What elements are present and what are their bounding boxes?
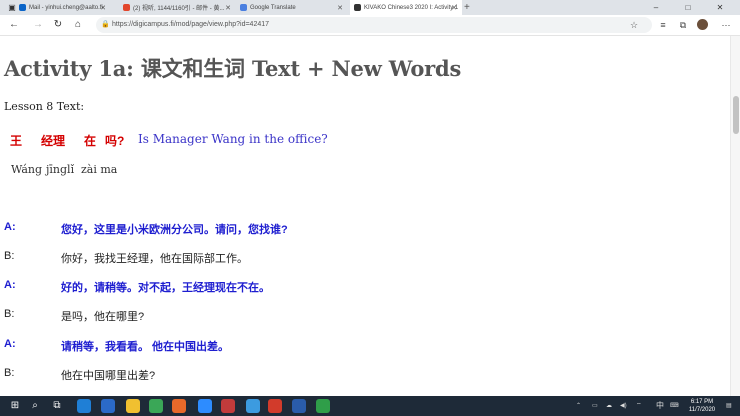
windows-taskbar: ⊞ ⌕ ⧉ ⌃ ▭ ☁ ◀) ⌔ 中 ⌨ 6:17 PM 11/7/2020 ▤ bbox=[0, 396, 740, 416]
speaker-label: A: bbox=[4, 221, 16, 233]
word-icon[interactable] bbox=[292, 399, 306, 413]
dialogue-text: 您好，这里是小米欧洲分公司。请问，您找谁? bbox=[61, 224, 288, 236]
lesson-heading: Lesson 8 Text: bbox=[4, 100, 85, 113]
close-tab-icon[interactable]: ✕ bbox=[225, 4, 231, 12]
tab-kivako-active[interactable]: KIVAKO Chinese3 2020 I: Activity 1 ✕ bbox=[350, 0, 462, 15]
network-icon[interactable]: ▭ bbox=[592, 396, 598, 416]
dialogue-text: 请稍等，我看看。 他在中国出差。 bbox=[61, 341, 230, 353]
wifi-icon[interactable]: ⌔ bbox=[636, 396, 642, 416]
tab-google-translate[interactable]: Google Translate ✕ bbox=[236, 0, 348, 15]
store-icon[interactable] bbox=[101, 399, 115, 413]
question-char-jingli: 经理 bbox=[41, 134, 66, 148]
notifications-icon[interactable]: ▤ bbox=[726, 396, 732, 416]
dialogue-line: B: 是吗，他在哪里? bbox=[0, 308, 700, 326]
question-english: Is Manager Wang in the office? bbox=[138, 132, 328, 146]
ime-icon[interactable]: ⌨ bbox=[670, 396, 679, 416]
dialogue-text: 你好，我找王经理，他在国际部工作。 bbox=[61, 253, 248, 265]
pinyin-jingli: jīnglǐ bbox=[46, 163, 75, 176]
maximize-button[interactable]: □ bbox=[676, 0, 700, 15]
input-language[interactable]: 中 bbox=[656, 396, 664, 416]
app-icon[interactable] bbox=[221, 399, 235, 413]
address-bar[interactable]: 🔒 https://digicampus.fi/mod/page/view.ph… bbox=[96, 17, 652, 33]
edge-icon[interactable] bbox=[77, 399, 91, 413]
tab-mail[interactable]: Mail - yinhui.cheng@aalto.fi ✕ bbox=[15, 0, 111, 15]
excel-icon[interactable] bbox=[316, 399, 330, 413]
cloud-icon[interactable]: ☁ bbox=[606, 396, 612, 416]
windows-start-icon[interactable]: ⊞ bbox=[8, 398, 22, 414]
dialogue-line: A: 您好，这里是小米欧洲分公司。请问，您找谁? bbox=[0, 221, 700, 239]
lock-icon: 🔒 bbox=[101, 21, 110, 28]
tab-label: KIVAKO Chinese3 2020 I: Activity 1 bbox=[364, 4, 459, 11]
volume-icon[interactable]: ◀) bbox=[620, 396, 627, 416]
forward-arrow-icon[interactable]: → bbox=[30, 17, 46, 33]
tab-email[interactable]: (2) 视听, 1144/1160引 - 邮件 - 黄... ✕ bbox=[119, 0, 236, 15]
powerpoint-icon[interactable] bbox=[268, 399, 282, 413]
tray-chevron-icon[interactable]: ⌃ bbox=[576, 396, 581, 416]
page-content: Activity 1a: 课文和生词 Text + New Words Less… bbox=[0, 36, 730, 396]
dialogue-line: B: 你好，我找王经理，他在国际部工作。 bbox=[0, 250, 700, 268]
favorite-star-icon[interactable]: ☆ bbox=[630, 17, 638, 33]
dialogue-line: A: 好的，请稍等。对不起，王经理现在不在。 bbox=[0, 279, 700, 297]
photos-icon[interactable] bbox=[246, 399, 260, 413]
speaker-label: A: bbox=[4, 279, 16, 291]
home-icon[interactable]: ⌂ bbox=[70, 17, 86, 33]
page-title: Activity 1a: 课文和生词 Text + New Words bbox=[4, 56, 462, 81]
clock-date: 11/7/2020 bbox=[688, 407, 716, 413]
chrome-icon[interactable] bbox=[149, 399, 163, 413]
clock-time: 6:17 PM bbox=[690, 399, 714, 405]
translate-icon bbox=[240, 4, 247, 11]
question-char-wang: 王 bbox=[10, 134, 23, 148]
zoom-icon[interactable] bbox=[198, 399, 212, 413]
speaker-label: A: bbox=[4, 338, 16, 350]
question-char-ma: 吗? bbox=[105, 134, 125, 148]
speaker-label: B: bbox=[4, 367, 15, 379]
dialogue-text: 好的，请稍等。对不起，王经理现在不在。 bbox=[61, 282, 270, 294]
page-scrollbar[interactable] bbox=[730, 36, 740, 396]
search-icon[interactable]: ⌕ bbox=[28, 398, 42, 414]
tab-label: (2) 视听, 1144/1160引 - 邮件 - 黄... bbox=[133, 6, 225, 12]
collections-icon[interactable]: ⧉ bbox=[675, 17, 691, 33]
question-char-zai: 在 bbox=[84, 134, 97, 148]
speaker-label: B: bbox=[4, 250, 15, 262]
new-tab-button[interactable]: + bbox=[464, 0, 470, 15]
file-explorer-icon[interactable] bbox=[126, 399, 140, 413]
outlook-icon bbox=[19, 4, 26, 11]
profile-avatar[interactable] bbox=[697, 19, 708, 30]
close-tab-icon[interactable]: ✕ bbox=[451, 4, 457, 12]
tab-label: Mail - yinhui.cheng@aalto.fi bbox=[29, 4, 103, 11]
tab-label: Google Translate bbox=[250, 4, 296, 11]
scrollbar-thumb[interactable] bbox=[733, 96, 739, 134]
tab-strip: ▣ Mail - yinhui.cheng@aalto.fi ✕ (2) 视听,… bbox=[0, 0, 740, 15]
close-tab-icon[interactable]: ✕ bbox=[337, 4, 343, 12]
minimize-button[interactable]: – bbox=[644, 0, 668, 15]
dialogue-text: 他在中国哪里出差? bbox=[61, 370, 156, 382]
task-view-icon[interactable]: ⧉ bbox=[50, 398, 64, 414]
dialogue-text: 是吗，他在哪里? bbox=[61, 311, 145, 323]
mail-icon bbox=[123, 4, 130, 11]
close-window-button[interactable]: ✕ bbox=[708, 0, 732, 15]
speaker-label: B: bbox=[4, 308, 15, 320]
pinyin-wang: Wáng bbox=[11, 163, 43, 176]
moodle-icon bbox=[354, 4, 361, 11]
pinyin-zaima: zài ma bbox=[81, 163, 118, 176]
dialogue-line: B: 他在中国哪里出差? bbox=[0, 367, 700, 385]
dialogue-line: A: 请稍等，我看看。 他在中国出差。 bbox=[0, 338, 700, 356]
firefox-icon[interactable] bbox=[172, 399, 186, 413]
browser-toolbar: ← → ↻ ⌂ 🔒 https://digicampus.fi/mod/page… bbox=[0, 15, 740, 36]
reload-icon[interactable]: ↻ bbox=[50, 17, 66, 33]
back-arrow-icon[interactable]: ← bbox=[6, 17, 22, 33]
close-tab-icon[interactable]: ✕ bbox=[100, 4, 106, 12]
url-text: https://digicampus.fi/mod/page/view.php?… bbox=[112, 21, 270, 28]
taskbar-clock[interactable]: 6:17 PM 11/7/2020 bbox=[682, 398, 722, 414]
more-menu-icon[interactable]: ⋯ bbox=[718, 17, 734, 33]
favorites-icon[interactable]: ≡ bbox=[655, 17, 671, 33]
